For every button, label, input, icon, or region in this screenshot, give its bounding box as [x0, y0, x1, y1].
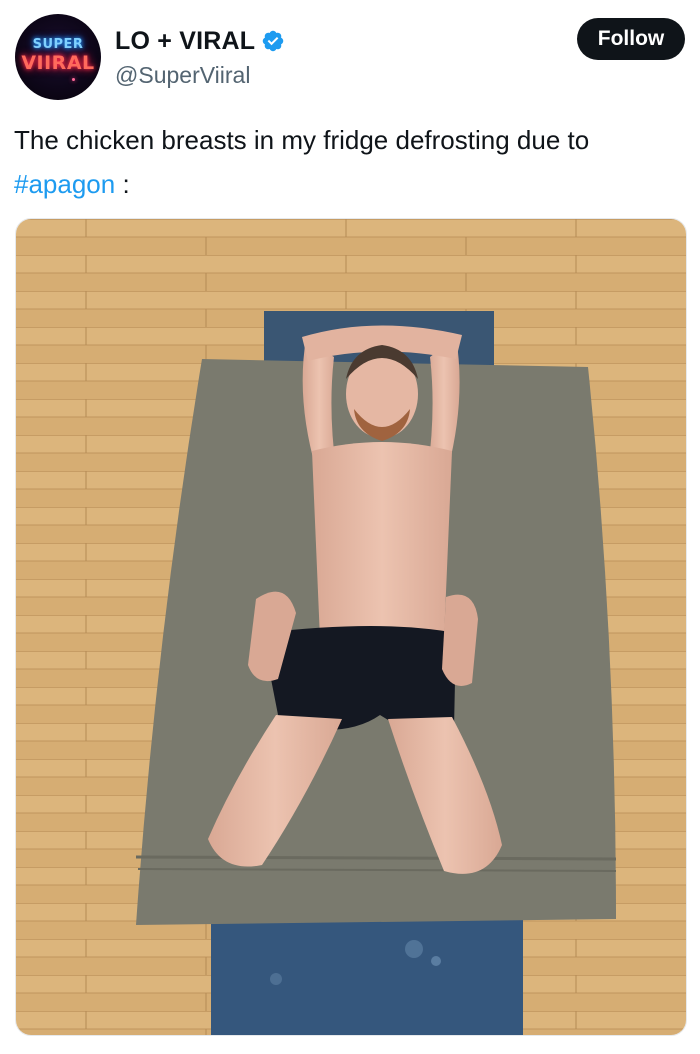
display-name-row[interactable]: LO + VIRAL — [115, 26, 285, 56]
right-foot — [442, 594, 478, 686]
tweet-text-body: The chicken breasts in my fridge defrost… — [14, 125, 590, 155]
hashtag-link[interactable]: #apagon — [14, 169, 115, 199]
yoga-mat-bottom — [211, 919, 523, 1035]
avatar-logo-text-top: SUPER — [32, 37, 84, 52]
avatar-decoration — [72, 78, 75, 81]
tweet-text-suffix: : — [115, 169, 130, 199]
verified-badge-icon — [262, 30, 284, 52]
follow-button[interactable]: Follow — [577, 18, 685, 60]
tweet-header: SUPER VIIRAL LO + VIRAL @SuperViiral Fol… — [15, 14, 685, 100]
tweet-card: SUPER VIIRAL LO + VIRAL @SuperViiral Fol… — [0, 0, 700, 1054]
display-name[interactable]: LO + VIRAL — [115, 27, 255, 56]
avatar-logo-text-bottom: VIIRAL — [21, 52, 95, 74]
torso — [312, 442, 452, 644]
user-handle[interactable]: @SuperViiral — [115, 62, 250, 89]
avatar[interactable]: SUPER VIIRAL — [15, 14, 101, 100]
tweet-text: The chicken breasts in my fridge defrost… — [14, 118, 684, 206]
tweet-photo[interactable] — [15, 218, 687, 1036]
photo-illustration — [16, 219, 686, 1035]
